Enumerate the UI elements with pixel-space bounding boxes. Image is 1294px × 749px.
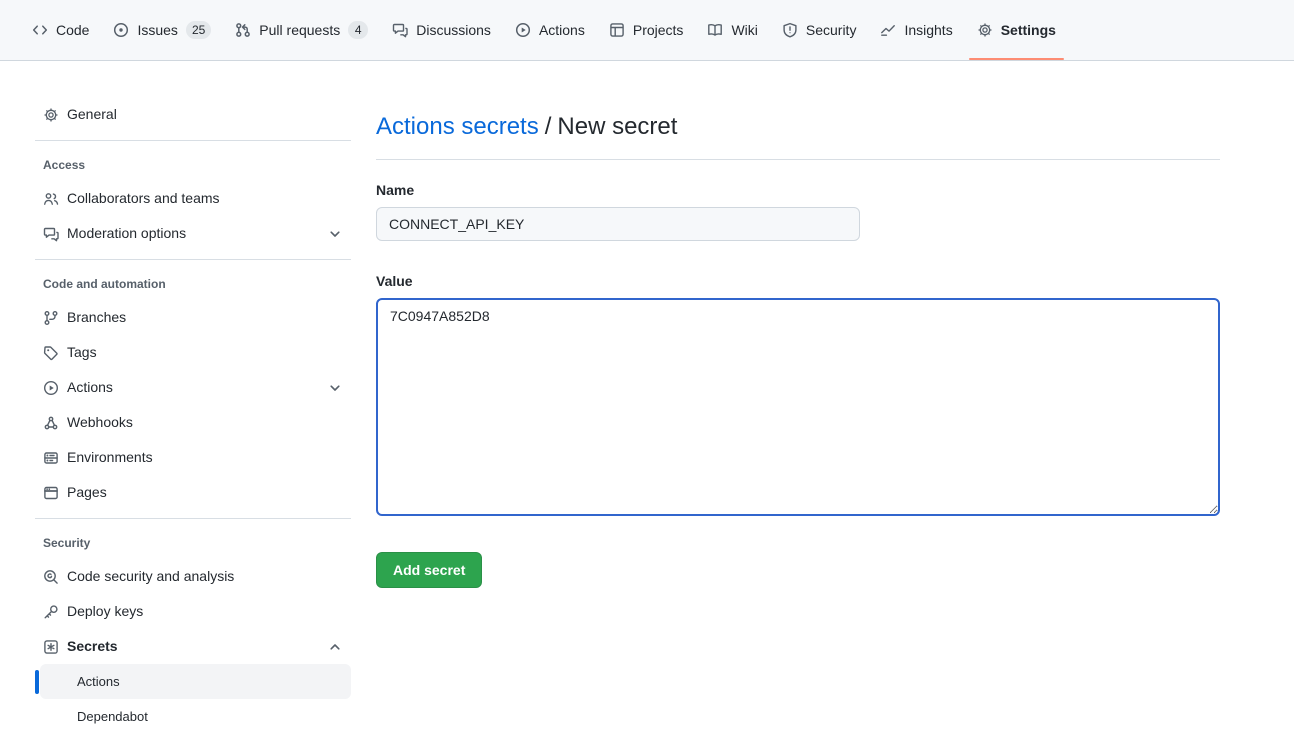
- sidebar-subitem-actions-secrets[interactable]: Actions: [40, 664, 351, 699]
- chevron-down-icon: [327, 380, 343, 396]
- sidebar-section-access: Access: [35, 149, 351, 181]
- sidebar-section-code-automation: Code and automation: [35, 268, 351, 300]
- tab-label: Wiki: [731, 22, 757, 38]
- play-icon: [515, 22, 531, 38]
- secret-name-input[interactable]: [376, 207, 860, 241]
- git-pull-request-icon: [235, 22, 251, 38]
- sidebar-divider: [35, 259, 351, 260]
- active-tab-underline: [969, 58, 1064, 60]
- tab-pull-requests[interactable]: Pull requests 4: [227, 0, 376, 60]
- breadcrumb-current: New secret: [557, 113, 677, 140]
- git-branch-icon: [43, 310, 59, 326]
- sidebar-divider: [35, 140, 351, 141]
- tab-code[interactable]: Code: [24, 0, 97, 60]
- tab-settings[interactable]: Settings: [969, 0, 1064, 60]
- gear-icon: [43, 107, 59, 123]
- book-icon: [707, 22, 723, 38]
- sidebar-item-pages[interactable]: Pages: [35, 475, 351, 510]
- sidebar-item-label: Tags: [67, 342, 97, 363]
- tab-discussions[interactable]: Discussions: [384, 0, 499, 60]
- key-icon: [43, 604, 59, 620]
- tab-insights[interactable]: Insights: [872, 0, 960, 60]
- tab-label: Discussions: [416, 22, 491, 38]
- title-divider: [376, 159, 1220, 160]
- tab-actions[interactable]: Actions: [507, 0, 593, 60]
- sidebar-item-label: Deploy keys: [67, 601, 143, 622]
- graph-icon: [880, 22, 896, 38]
- active-indicator-bar: [35, 670, 39, 694]
- key-asterisk-icon: [43, 639, 59, 655]
- people-icon: [43, 191, 59, 207]
- sidebar-item-deploy-keys[interactable]: Deploy keys: [35, 594, 351, 629]
- tab-label: Pull requests: [259, 22, 340, 38]
- tab-label: Actions: [539, 22, 585, 38]
- page-body: General Access Collaborators and teams M…: [0, 61, 1294, 734]
- gear-icon: [977, 22, 993, 38]
- codescan-icon: [43, 569, 59, 585]
- chevron-down-icon: [327, 226, 343, 242]
- tab-label: Issues: [137, 22, 177, 38]
- browser-icon: [43, 485, 59, 501]
- sidebar-item-label: Branches: [67, 307, 126, 328]
- sidebar-item-code-security[interactable]: Code security and analysis: [35, 559, 351, 594]
- play-icon: [43, 380, 59, 396]
- sidebar-item-label: General: [67, 104, 117, 125]
- shield-icon: [782, 22, 798, 38]
- sidebar-item-environments[interactable]: Environments: [35, 440, 351, 475]
- sidebar-item-label: Pages: [67, 482, 107, 503]
- sidebar-divider: [35, 518, 351, 519]
- sidebar-subitem-dependabot-secrets[interactable]: Dependabot: [35, 699, 351, 734]
- comment-discussion-icon: [392, 22, 408, 38]
- tab-label: Settings: [1001, 22, 1056, 38]
- sidebar-item-secrets[interactable]: Secrets: [35, 629, 351, 664]
- actions-secrets-breadcrumb-link[interactable]: Actions secrets: [376, 113, 539, 140]
- value-label: Value: [376, 271, 1220, 292]
- repo-tab-bar: Code Issues 25 Pull requests 4 Discussio…: [0, 0, 1294, 61]
- code-icon: [32, 22, 48, 38]
- tab-label: Security: [806, 22, 857, 38]
- name-label: Name: [376, 180, 1220, 201]
- sidebar-item-moderation-options[interactable]: Moderation options: [35, 216, 351, 251]
- tab-label: Code: [56, 22, 89, 38]
- sidebar-item-label: Webhooks: [67, 412, 133, 433]
- page-title: Actions secrets/New secret: [376, 111, 1220, 143]
- tab-projects[interactable]: Projects: [601, 0, 692, 60]
- sidebar-item-label: Environments: [67, 447, 153, 468]
- pull-requests-count-badge: 4: [348, 21, 368, 39]
- sidebar-item-label: Actions: [67, 377, 113, 398]
- tab-wiki[interactable]: Wiki: [699, 0, 765, 60]
- tag-icon: [43, 345, 59, 361]
- comment-discussion-icon: [43, 226, 59, 242]
- sidebar-item-label: Moderation options: [67, 223, 186, 244]
- sidebar-item-tags[interactable]: Tags: [35, 335, 351, 370]
- tab-label: Insights: [904, 22, 952, 38]
- server-icon: [43, 450, 59, 466]
- sidebar-subitem-label: Dependabot: [77, 707, 148, 726]
- sidebar-item-label: Code security and analysis: [67, 566, 234, 587]
- issues-count-badge: 25: [186, 21, 211, 39]
- breadcrumb-separator: /: [545, 113, 552, 140]
- settings-sidebar: General Access Collaborators and teams M…: [35, 61, 351, 734]
- secret-value-textarea[interactable]: 7C0947A852D8: [376, 298, 1220, 516]
- sidebar-item-branches[interactable]: Branches: [35, 300, 351, 335]
- tab-issues[interactable]: Issues 25: [105, 0, 219, 60]
- issue-opened-icon: [113, 22, 129, 38]
- sidebar-item-webhooks[interactable]: Webhooks: [35, 405, 351, 440]
- tab-security[interactable]: Security: [774, 0, 865, 60]
- new-secret-panel: Actions secrets/New secret Name Value 7C…: [376, 61, 1220, 734]
- sidebar-subitem-label: Actions: [77, 672, 120, 691]
- webhook-icon: [43, 415, 59, 431]
- add-secret-button[interactable]: Add secret: [376, 552, 482, 588]
- sidebar-section-security: Security: [35, 527, 351, 559]
- sidebar-item-label: Collaborators and teams: [67, 188, 220, 209]
- table-icon: [609, 22, 625, 38]
- sidebar-item-general[interactable]: General: [35, 97, 351, 132]
- sidebar-item-collaborators[interactable]: Collaborators and teams: [35, 181, 351, 216]
- chevron-up-icon: [327, 639, 343, 655]
- sidebar-item-actions[interactable]: Actions: [35, 370, 351, 405]
- sidebar-item-label: Secrets: [67, 636, 118, 657]
- tab-label: Projects: [633, 22, 684, 38]
